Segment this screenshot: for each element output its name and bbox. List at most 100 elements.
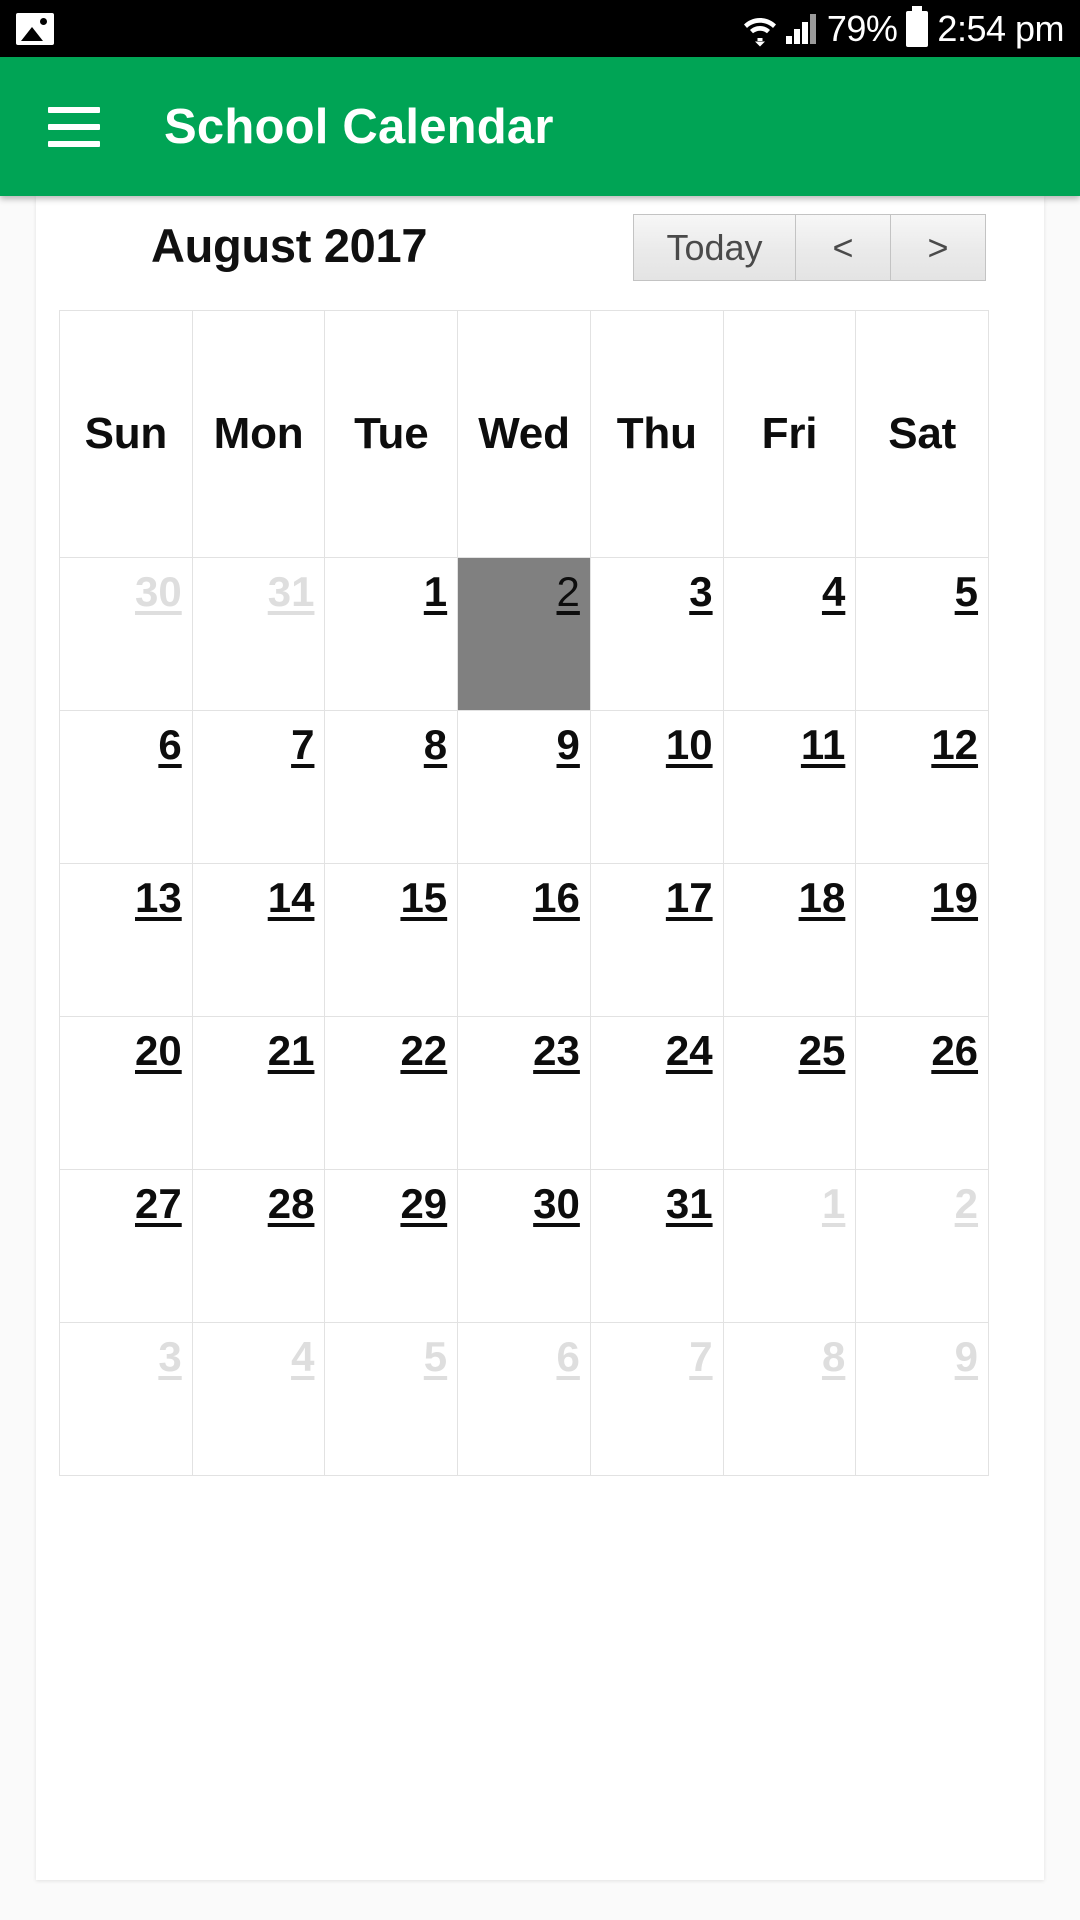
day-number-link[interactable]: 30: [135, 568, 182, 616]
today-button[interactable]: Today: [633, 214, 796, 281]
day-number-link[interactable]: 16: [533, 874, 580, 922]
day-number-link[interactable]: 8: [424, 721, 447, 769]
day-number-link[interactable]: 17: [666, 874, 713, 922]
day-number-link[interactable]: 9: [955, 1333, 978, 1381]
calendar-day-cell[interactable]: 4: [723, 558, 857, 711]
day-number-link[interactable]: 7: [291, 721, 314, 769]
day-number-link[interactable]: 3: [158, 1333, 181, 1381]
calendar-day-cell[interactable]: 26: [856, 1017, 990, 1170]
calendar-day-cell[interactable]: 1: [325, 558, 459, 711]
day-number-link[interactable]: 4: [291, 1333, 314, 1381]
day-number-link[interactable]: 19: [931, 874, 978, 922]
day-number-link[interactable]: 31: [666, 1180, 713, 1228]
day-number-link[interactable]: 1: [822, 1180, 845, 1228]
day-number-link[interactable]: 12: [931, 721, 978, 769]
calendar-day-cell[interactable]: 21: [192, 1017, 326, 1170]
calendar-day-cell[interactable]: 25: [723, 1017, 857, 1170]
calendar-week-row: 20 21 22 23 24 25 26: [60, 1017, 990, 1170]
calendar-day-cell[interactable]: 5: [856, 558, 990, 711]
calendar-day-cell[interactable]: 31: [192, 558, 326, 711]
calendar-day-cell[interactable]: 23: [458, 1017, 591, 1170]
calendar-day-cell[interactable]: 28: [192, 1170, 326, 1323]
calendar-day-cell[interactable]: 14: [192, 864, 326, 1017]
day-number-link[interactable]: 29: [400, 1180, 447, 1228]
weekday-header-cell: Tue: [325, 311, 459, 558]
calendar-day-cell[interactable]: 17: [590, 864, 724, 1017]
previous-month-button[interactable]: <: [796, 214, 891, 281]
calendar-day-cell-selected[interactable]: 2: [458, 558, 591, 711]
calendar-day-cell[interactable]: 4: [192, 1323, 326, 1476]
clock-label: 2:54 pm: [937, 7, 1064, 49]
calendar-day-cell[interactable]: 16: [458, 864, 591, 1017]
calendar-day-cell[interactable]: 9: [458, 711, 591, 864]
calendar-day-cell[interactable]: 6: [458, 1323, 591, 1476]
calendar-day-cell[interactable]: 31: [590, 1170, 724, 1323]
calendar-day-cell[interactable]: 18: [723, 864, 857, 1017]
day-number-link[interactable]: 8: [822, 1333, 845, 1381]
day-number-link[interactable]: 25: [799, 1027, 846, 1075]
calendar-day-cell[interactable]: 9: [856, 1323, 990, 1476]
day-number-link[interactable]: 3: [689, 568, 712, 616]
calendar-day-cell[interactable]: 30: [60, 558, 193, 711]
calendar-day-cell[interactable]: 1: [723, 1170, 857, 1323]
day-number-link[interactable]: 11: [801, 721, 845, 769]
calendar-day-cell[interactable]: 27: [60, 1170, 193, 1323]
calendar-day-cell[interactable]: 20: [60, 1017, 193, 1170]
day-number-link[interactable]: 22: [400, 1027, 447, 1075]
next-month-button[interactable]: >: [891, 214, 986, 281]
battery-icon: [906, 5, 929, 47]
day-number-link[interactable]: 27: [135, 1180, 182, 1228]
day-number-link[interactable]: 26: [931, 1027, 978, 1075]
day-number-link[interactable]: 1: [424, 568, 447, 616]
day-number-link[interactable]: 2: [557, 568, 580, 616]
calendar-day-cell[interactable]: 12: [856, 711, 990, 864]
calendar-day-cell[interactable]: 10: [590, 711, 724, 864]
calendar-day-cell[interactable]: 3: [590, 558, 724, 711]
calendar-day-cell[interactable]: 24: [590, 1017, 724, 1170]
weekday-header-cell: Sat: [856, 311, 990, 558]
day-number-link[interactable]: 5: [424, 1333, 447, 1381]
calendar-day-cell[interactable]: 13: [60, 864, 193, 1017]
weekday-label: Wed: [478, 409, 570, 458]
weekday-header-cell: Sun: [60, 311, 193, 558]
calendar-day-cell[interactable]: 3: [60, 1323, 193, 1476]
day-number-link[interactable]: 31: [268, 568, 315, 616]
day-number-link[interactable]: 23: [533, 1027, 580, 1075]
calendar-day-cell[interactable]: 7: [192, 711, 326, 864]
day-number-link[interactable]: 9: [557, 721, 580, 769]
calendar-day-cell[interactable]: 15: [325, 864, 459, 1017]
calendar-day-cell[interactable]: 5: [325, 1323, 459, 1476]
day-number-link[interactable]: 18: [799, 874, 846, 922]
day-number-link[interactable]: 20: [135, 1027, 182, 1075]
day-number-link[interactable]: 28: [268, 1180, 315, 1228]
calendar-day-cell[interactable]: 22: [325, 1017, 459, 1170]
day-number-link[interactable]: 30: [533, 1180, 580, 1228]
calendar-day-cell[interactable]: 8: [723, 1323, 857, 1476]
day-number-link[interactable]: 21: [268, 1027, 315, 1075]
calendar-day-cell[interactable]: 11: [723, 711, 857, 864]
calendar-day-cell[interactable]: 8: [325, 711, 459, 864]
day-number-link[interactable]: 14: [268, 874, 315, 922]
day-number-link[interactable]: 4: [822, 568, 845, 616]
calendar-day-cell[interactable]: 7: [590, 1323, 724, 1476]
status-bar-right: 79% 2:54 pm: [743, 5, 1064, 50]
hamburger-line: [48, 123, 100, 130]
calendar-day-cell[interactable]: 6: [60, 711, 193, 864]
calendar-day-cell[interactable]: 29: [325, 1170, 459, 1323]
day-number-link[interactable]: 24: [666, 1027, 713, 1075]
weekday-header-cell: Thu: [590, 311, 724, 558]
day-number-link[interactable]: 10: [666, 721, 713, 769]
day-number-link[interactable]: 2: [955, 1180, 978, 1228]
calendar-day-cell[interactable]: 19: [856, 864, 990, 1017]
weekday-label: Fri: [761, 409, 818, 458]
hamburger-menu-icon[interactable]: [48, 106, 100, 147]
image-icon: [16, 12, 54, 45]
calendar-day-cell[interactable]: 30: [458, 1170, 591, 1323]
day-number-link[interactable]: 15: [400, 874, 447, 922]
day-number-link[interactable]: 7: [689, 1333, 712, 1381]
day-number-link[interactable]: 5: [955, 568, 978, 616]
day-number-link[interactable]: 6: [158, 721, 181, 769]
day-number-link[interactable]: 13: [135, 874, 182, 922]
day-number-link[interactable]: 6: [557, 1333, 580, 1381]
calendar-day-cell[interactable]: 2: [856, 1170, 990, 1323]
